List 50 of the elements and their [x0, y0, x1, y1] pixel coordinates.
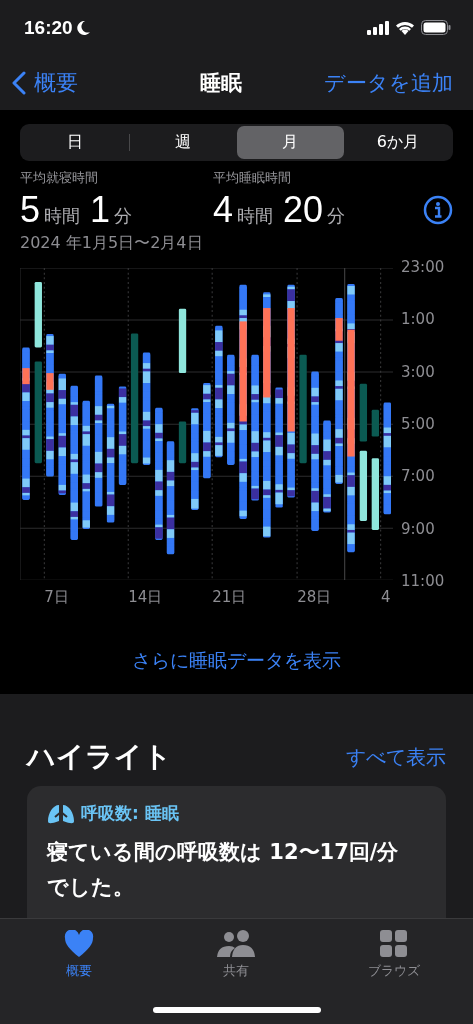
info-icon[interactable] — [423, 195, 453, 225]
stat-label: 平均就寝時間 — [20, 169, 99, 187]
stat-unit: 時間 — [44, 204, 81, 228]
y-axis-label: 23:00 — [401, 257, 445, 277]
moon-icon — [76, 19, 91, 36]
tab-bar-item[interactable]: ブラウズ — [344, 929, 445, 989]
lungs-icon — [47, 802, 75, 825]
x-axis-label: 14日 — [128, 588, 163, 607]
chevron-left-icon — [12, 70, 26, 95]
battery-icon — [421, 20, 451, 35]
x-axis-label: 4 — [381, 588, 391, 606]
tab-bar-item[interactable]: 共有 — [186, 929, 287, 989]
stat-unit: 分 — [327, 204, 346, 228]
stat-value: 1 — [90, 189, 111, 231]
wifi-icon — [395, 20, 415, 35]
stat-value: 4 — [213, 189, 234, 231]
stat-label: 平均睡眠時間 — [213, 169, 292, 187]
stat-value: 20 — [283, 189, 324, 231]
y-axis-label: 11:00 — [401, 570, 445, 591]
card-title: 呼吸数: 睡眠 — [81, 802, 179, 825]
people-icon — [216, 930, 257, 958]
segment-tab[interactable]: 週 — [129, 126, 236, 159]
x-axis-label: 21日 — [212, 588, 247, 607]
x-axis-label: 28日 — [297, 588, 332, 607]
y-axis-label: 5:00 — [401, 414, 436, 434]
page-title: 睡眠 — [200, 69, 242, 97]
highlight-card[interactable]: 呼吸数: 睡眠 寝ている間の呼吸数は 12〜17回/分でした。 — [27, 786, 446, 918]
stat-value: 5 — [20, 189, 41, 231]
y-axis-label: 9:00 — [401, 518, 436, 539]
segment-tab[interactable]: 6か月 — [344, 126, 451, 159]
date-range: 2024 年1月5日〜2月4日 — [20, 233, 204, 254]
y-axis-label: 1:00 — [401, 309, 436, 330]
add-data-link[interactable]: データを追加 — [324, 68, 453, 97]
segment-tab[interactable]: 月 — [237, 126, 344, 159]
stat-unit: 時間 — [237, 204, 274, 228]
card-text: 寝ている間の呼吸数は 12〜17回/分でした。 — [47, 839, 400, 901]
section-title: ハイライト — [27, 739, 172, 775]
y-axis-label: 3:00 — [401, 361, 436, 382]
grid-icon — [380, 930, 409, 958]
status-time: 16:20 — [24, 16, 73, 39]
y-axis-label: 7:00 — [401, 466, 436, 487]
signal-icon — [367, 20, 389, 35]
show-more-link[interactable]: さらに睡眠データを表示 — [132, 648, 341, 674]
segment-tab[interactable]: 日 — [22, 126, 129, 159]
see-all-link[interactable]: すべて表示 — [346, 743, 446, 771]
tab-bar-item[interactable]: 概要 — [28, 929, 129, 989]
heart-icon — [63, 930, 94, 958]
back-button[interactable]: 概要 — [12, 67, 78, 98]
stat-unit: 分 — [114, 204, 133, 228]
x-axis-label: 7日 — [44, 588, 69, 607]
